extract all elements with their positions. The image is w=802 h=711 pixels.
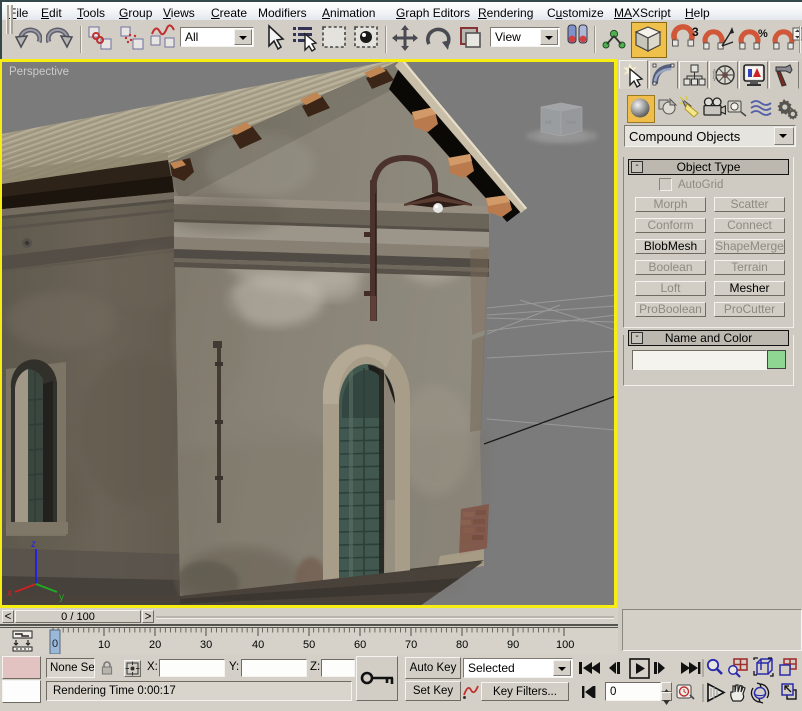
svg-text:z: z [31,539,36,550]
svg-text:left: left [545,120,552,126]
svg-text:10: 10 [98,639,110,651]
svg-text:70: 70 [405,639,417,651]
svg-text:40: 40 [252,639,264,651]
svg-text:80: 80 [456,639,468,651]
svg-text:3: 3 [692,25,699,39]
svg-text:100: 100 [556,639,574,651]
svg-text:%: % [758,28,768,40]
svg-text:x: x [7,588,12,599]
svg-text:back: back [566,120,577,126]
svg-text:0: 0 [52,638,58,650]
svg-text:y: y [59,592,64,603]
svg-text:60: 60 [354,639,366,651]
svg-text:90: 90 [507,639,519,651]
svg-text:50: 50 [303,639,315,651]
svg-text:Perspective: Perspective [9,66,69,78]
svg-text:20: 20 [149,639,161,651]
svg-text:30: 30 [200,639,212,651]
